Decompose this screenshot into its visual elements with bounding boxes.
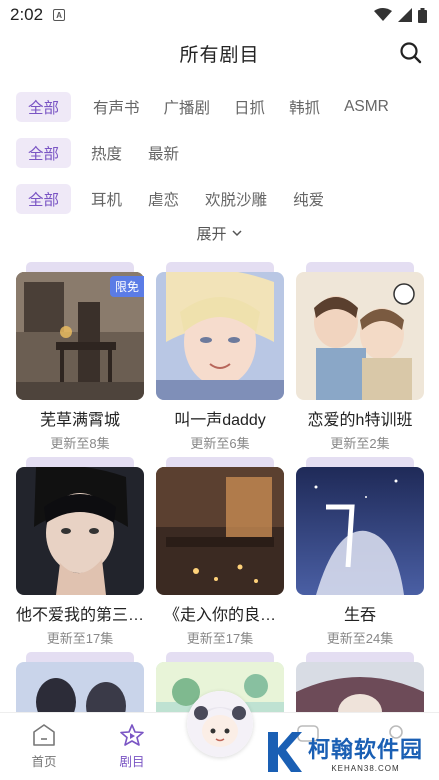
drama-card[interactable]: 限免 芜草满霄城 更新至8集 [16,262,144,452]
notification-icon: A [53,9,66,21]
card-episodes: 更新至24集 [326,631,394,646]
filter-row-sort: 全部 热度 最新 [0,138,439,168]
tab-drama[interactable]: 剧目 [102,723,162,770]
drama-card[interactable]: 生吞 更新至24集 [296,457,424,647]
chip-tag-headphones[interactable]: 耳机 [89,184,124,214]
battery-icon [418,7,427,23]
card-title: 《走入你的良… [163,607,276,624]
drama-card[interactable]: 《走入你的良… 更新至17集 [156,457,284,647]
card-episodes: 更新至2集 [330,436,390,451]
watermark-en: KEHAN38.COM [331,763,400,773]
chip-type-all[interactable]: 全部 [16,92,72,122]
cover-wrap [16,457,144,595]
search-icon[interactable] [399,41,423,65]
avatar[interactable] [187,691,253,757]
drama-card[interactable]: 恋爱的h特训班 更新至2集 [296,262,424,452]
tab-home-label: 首页 [31,755,57,769]
cover-wrap [296,457,424,595]
cover-wrap: 限免 [16,262,144,400]
card-title: 他不爱我的第三… [16,607,144,624]
expand-button[interactable]: 展开 [0,222,439,244]
tab-drama-label: 剧目 [119,755,145,769]
card-title: 芜草满霄城 [39,412,120,429]
expand-label: 展开 [196,225,227,243]
status-right [374,7,427,23]
chip-type-japanese[interactable]: 日抓 [232,92,267,122]
card-title: 叫一声daddy [174,412,266,429]
chip-sort-hot[interactable]: 热度 [89,138,124,168]
drama-card[interactable]: 他不爱我的第三… 更新至17集 [16,457,144,647]
cover-image [16,467,144,595]
cover-wrap [296,262,424,400]
chip-type-radio-drama[interactable]: 广播剧 [162,92,213,122]
chip-tag-all[interactable]: 全部 [16,184,72,214]
chip-type-korean[interactable]: 韩抓 [287,92,322,122]
watermark-cn: 柯翰软件园 [307,736,423,762]
drama-card[interactable]: 叫一声daddy 更新至6集 [156,262,284,452]
chip-sort-newest[interactable]: 最新 [146,138,181,168]
chip-tag-angst[interactable]: 虐恋 [146,184,181,214]
cover-image [156,467,284,595]
card-episodes: 更新至17集 [186,631,254,646]
chip-type-audiobook[interactable]: 有声书 [91,92,142,122]
page-title: 所有剧目 [179,44,260,66]
wifi-icon [374,8,392,21]
chip-sort-all[interactable]: 全部 [16,138,72,168]
chip-tag-pure-love[interactable]: 纯爱 [291,184,326,214]
card-episodes: 更新至6集 [190,436,250,451]
status-time: 2:02 [10,5,44,24]
status-left: 2:02 A [10,5,66,25]
card-title: 恋爱的h特训班 [307,412,413,429]
filter-row-tags: 全部 耳机 虐恋 欢脱沙雕 纯爱 [0,184,439,214]
filter-row-type: 全部 有声书 广播剧 日抓 韩抓 ASMR [0,92,439,122]
status-bar: 2:02 A [0,0,439,30]
cover-wrap [156,457,284,595]
cover-image [296,467,424,595]
chip-type-asmr[interactable]: ASMR [342,94,391,120]
signal-icon [398,8,412,22]
chip-tag-comedy[interactable]: 欢脱沙雕 [203,184,269,214]
card-title: 生吞 [343,607,376,624]
star-play-icon [120,724,144,746]
home-icon [33,724,55,746]
watermark-text: 柯翰软件园 KEHAN38.COM [308,732,423,773]
watermark: 柯翰软件园 KEHAN38.COM [264,730,423,774]
free-badge: 限免 [109,276,144,297]
header: 所有剧目 [0,30,439,76]
tab-home[interactable]: 首页 [14,723,74,770]
card-episodes: 更新至8集 [50,436,110,451]
cover-image [296,272,424,400]
cover-wrap [156,262,284,400]
card-episodes: 更新至17集 [46,631,114,646]
watermark-logo-icon [267,732,302,772]
cover-image [156,272,284,400]
chevron-down-icon [231,230,242,237]
